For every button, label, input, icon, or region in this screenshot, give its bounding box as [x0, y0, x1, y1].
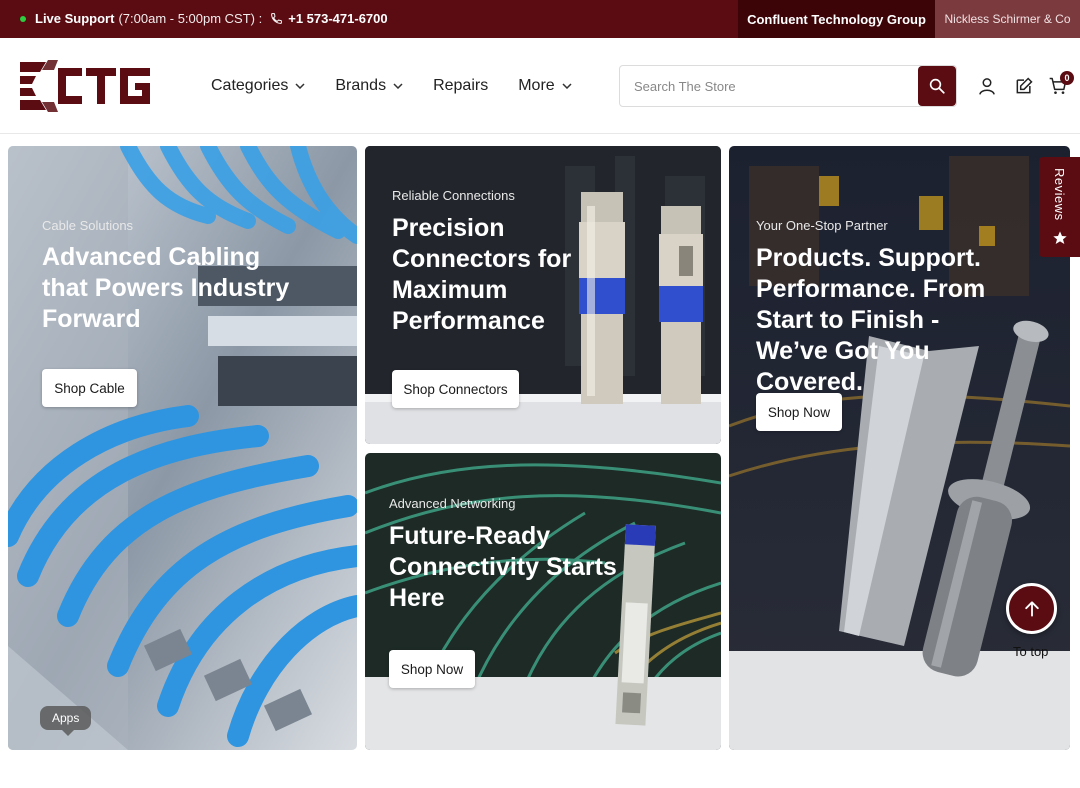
chevron-down-icon [295, 83, 305, 89]
nav-more-label: More [518, 77, 555, 94]
banner-eyebrow: Your One-Stop Partner [756, 218, 888, 233]
shop-cable-button[interactable]: Shop Cable [42, 369, 137, 407]
nav-brands[interactable]: Brands [335, 77, 403, 95]
live-support-label: Live Support [35, 11, 115, 26]
support-hours: (7:00am - 5:00pm CST) : [118, 11, 263, 26]
search-icon [929, 78, 945, 94]
top-bar: Live Support (7:00am - 5:00pm CST) : +1 … [0, 0, 1080, 38]
edit-icon[interactable] [1013, 75, 1035, 97]
to-top-label: To top [1013, 644, 1049, 659]
banner-title: Precision Connectors for Maximum Perform… [392, 214, 572, 335]
chevron-down-icon [562, 83, 572, 89]
ctg-logo[interactable] [18, 56, 154, 114]
chevron-down-icon [393, 83, 403, 89]
nav-more[interactable]: More [518, 77, 572, 95]
search-input[interactable] [620, 66, 920, 106]
arrow-up-icon [1024, 600, 1039, 617]
partner-tab[interactable]: Nickless Schirmer & Co [935, 0, 1080, 38]
banner-title: Products. Support. Performance. From Sta… [756, 244, 986, 396]
reviews-tab-label: Reviews [1052, 168, 1067, 221]
shop-now-button[interactable]: Shop Now [389, 650, 475, 688]
banner-title: Future-Ready Connectivity Starts Here [389, 522, 617, 612]
banner-title: Advanced Cabling that Powers Industry Fo… [42, 243, 290, 333]
site-header: Categories Brands Repairs More 0 [0, 38, 1080, 134]
nav-brands-label: Brands [335, 77, 387, 94]
scroll-to-top-button[interactable] [1006, 583, 1057, 634]
live-support: Live Support (7:00am - 5:00pm CST) : +1 … [20, 11, 388, 26]
cart-count-badge: 0 [1060, 71, 1074, 85]
fasteners-hero-image [729, 146, 1070, 750]
online-status-dot [20, 15, 26, 22]
banner-partner[interactable]: Your One-Stop Partner Products. Support.… [729, 146, 1070, 750]
shop-now-button[interactable]: Shop Now [756, 393, 842, 431]
shop-connectors-button[interactable]: Shop Connectors [392, 370, 519, 408]
account-icon[interactable] [976, 75, 998, 97]
search-box [619, 65, 957, 107]
banner-networking[interactable]: Advanced Networking Future-Ready Connect… [365, 453, 721, 750]
banner-eyebrow: Advanced Networking [389, 496, 516, 511]
phone-icon [270, 12, 283, 25]
company-tab[interactable]: Confluent Technology Group [738, 0, 935, 38]
apps-tooltip[interactable]: Apps [40, 706, 92, 736]
banner-cable[interactable]: Cable Solutions Advanced Cabling that Po… [8, 146, 357, 750]
search-button[interactable] [918, 66, 956, 106]
banner-eyebrow: Reliable Connections [392, 188, 515, 203]
banner-eyebrow: Cable Solutions [42, 218, 134, 233]
nav-categories-label: Categories [211, 77, 289, 94]
support-phone-link[interactable]: +1 573-471-6700 [288, 11, 387, 26]
cable-hero-image [8, 146, 357, 750]
main-nav: Categories Brands Repairs More [211, 77, 602, 95]
nav-repairs[interactable]: Repairs [433, 77, 488, 95]
banner-connectors[interactable]: Reliable Connections Precision Connector… [365, 146, 721, 444]
nav-repairs-label: Repairs [433, 77, 489, 94]
nav-categories[interactable]: Categories [211, 77, 305, 95]
star-icon [1052, 230, 1068, 251]
reviews-tab[interactable]: Reviews [1039, 157, 1080, 257]
